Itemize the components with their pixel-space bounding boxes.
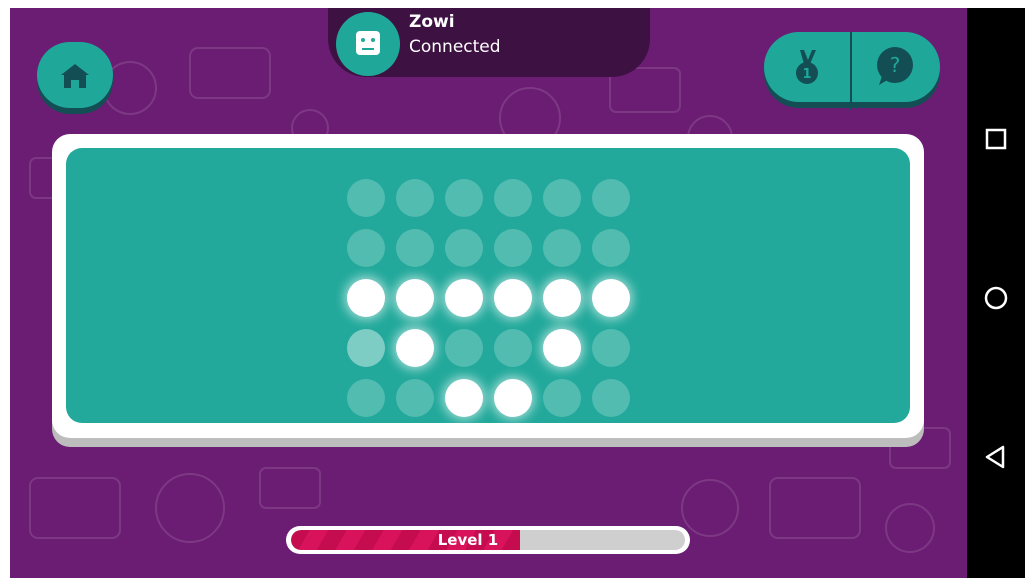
led-dot[interactable] xyxy=(396,229,434,267)
svg-text:?: ? xyxy=(890,53,901,77)
led-matrix xyxy=(66,148,910,423)
led-dot[interactable] xyxy=(592,329,630,367)
home-button[interactable] xyxy=(37,42,113,108)
medal-icon: 1 xyxy=(796,50,818,84)
led-dot[interactable] xyxy=(396,179,434,217)
led-dot[interactable] xyxy=(347,379,385,417)
level-label: Level 1 xyxy=(437,531,499,549)
led-dot[interactable] xyxy=(494,379,532,417)
back-icon[interactable] xyxy=(981,442,1011,472)
recent-apps-icon[interactable] xyxy=(981,124,1011,154)
home-circle-icon[interactable] xyxy=(981,283,1011,313)
led-board xyxy=(52,134,924,438)
connection-status: Connected xyxy=(409,37,501,57)
medal-button[interactable]: 1 xyxy=(764,32,850,102)
level-progress-bar: Level 1 xyxy=(286,526,690,554)
led-dot[interactable] xyxy=(543,229,581,267)
robot-face-icon xyxy=(336,12,400,76)
android-navigation-bar xyxy=(967,8,1025,578)
led-dot[interactable] xyxy=(592,179,630,217)
led-dot[interactable] xyxy=(347,229,385,267)
screen: Zowi Connected 1 ? Level 1 xyxy=(0,0,1025,579)
led-dot[interactable] xyxy=(445,329,483,367)
led-dot[interactable] xyxy=(445,279,483,317)
led-dot[interactable] xyxy=(445,379,483,417)
led-dot[interactable] xyxy=(543,279,581,317)
help-bubble-icon: ? xyxy=(877,47,913,85)
led-dot[interactable] xyxy=(445,229,483,267)
app-area: Zowi Connected 1 ? Level 1 xyxy=(10,8,967,578)
led-dot[interactable] xyxy=(347,329,385,367)
level-progress-track: Level 1 xyxy=(291,530,685,550)
top-right-button-group: 1 ? xyxy=(764,32,940,110)
led-dot[interactable] xyxy=(592,379,630,417)
medal-badge-number: 1 xyxy=(802,67,811,82)
led-dot[interactable] xyxy=(543,329,581,367)
led-dot[interactable] xyxy=(494,179,532,217)
led-dot[interactable] xyxy=(494,329,532,367)
led-dot[interactable] xyxy=(592,279,630,317)
led-dot[interactable] xyxy=(347,279,385,317)
led-dot[interactable] xyxy=(396,379,434,417)
led-dot[interactable] xyxy=(592,229,630,267)
led-dot[interactable] xyxy=(543,379,581,417)
device-status-panel: Zowi Connected xyxy=(328,8,650,77)
help-button[interactable]: ? xyxy=(852,32,938,102)
led-dot[interactable] xyxy=(396,329,434,367)
led-dot[interactable] xyxy=(445,179,483,217)
led-dot[interactable] xyxy=(396,279,434,317)
led-dot[interactable] xyxy=(494,279,532,317)
led-dot[interactable] xyxy=(494,229,532,267)
led-dot[interactable] xyxy=(543,179,581,217)
led-dot[interactable] xyxy=(347,179,385,217)
home-icon xyxy=(61,64,89,88)
device-name: Zowi xyxy=(409,12,455,32)
